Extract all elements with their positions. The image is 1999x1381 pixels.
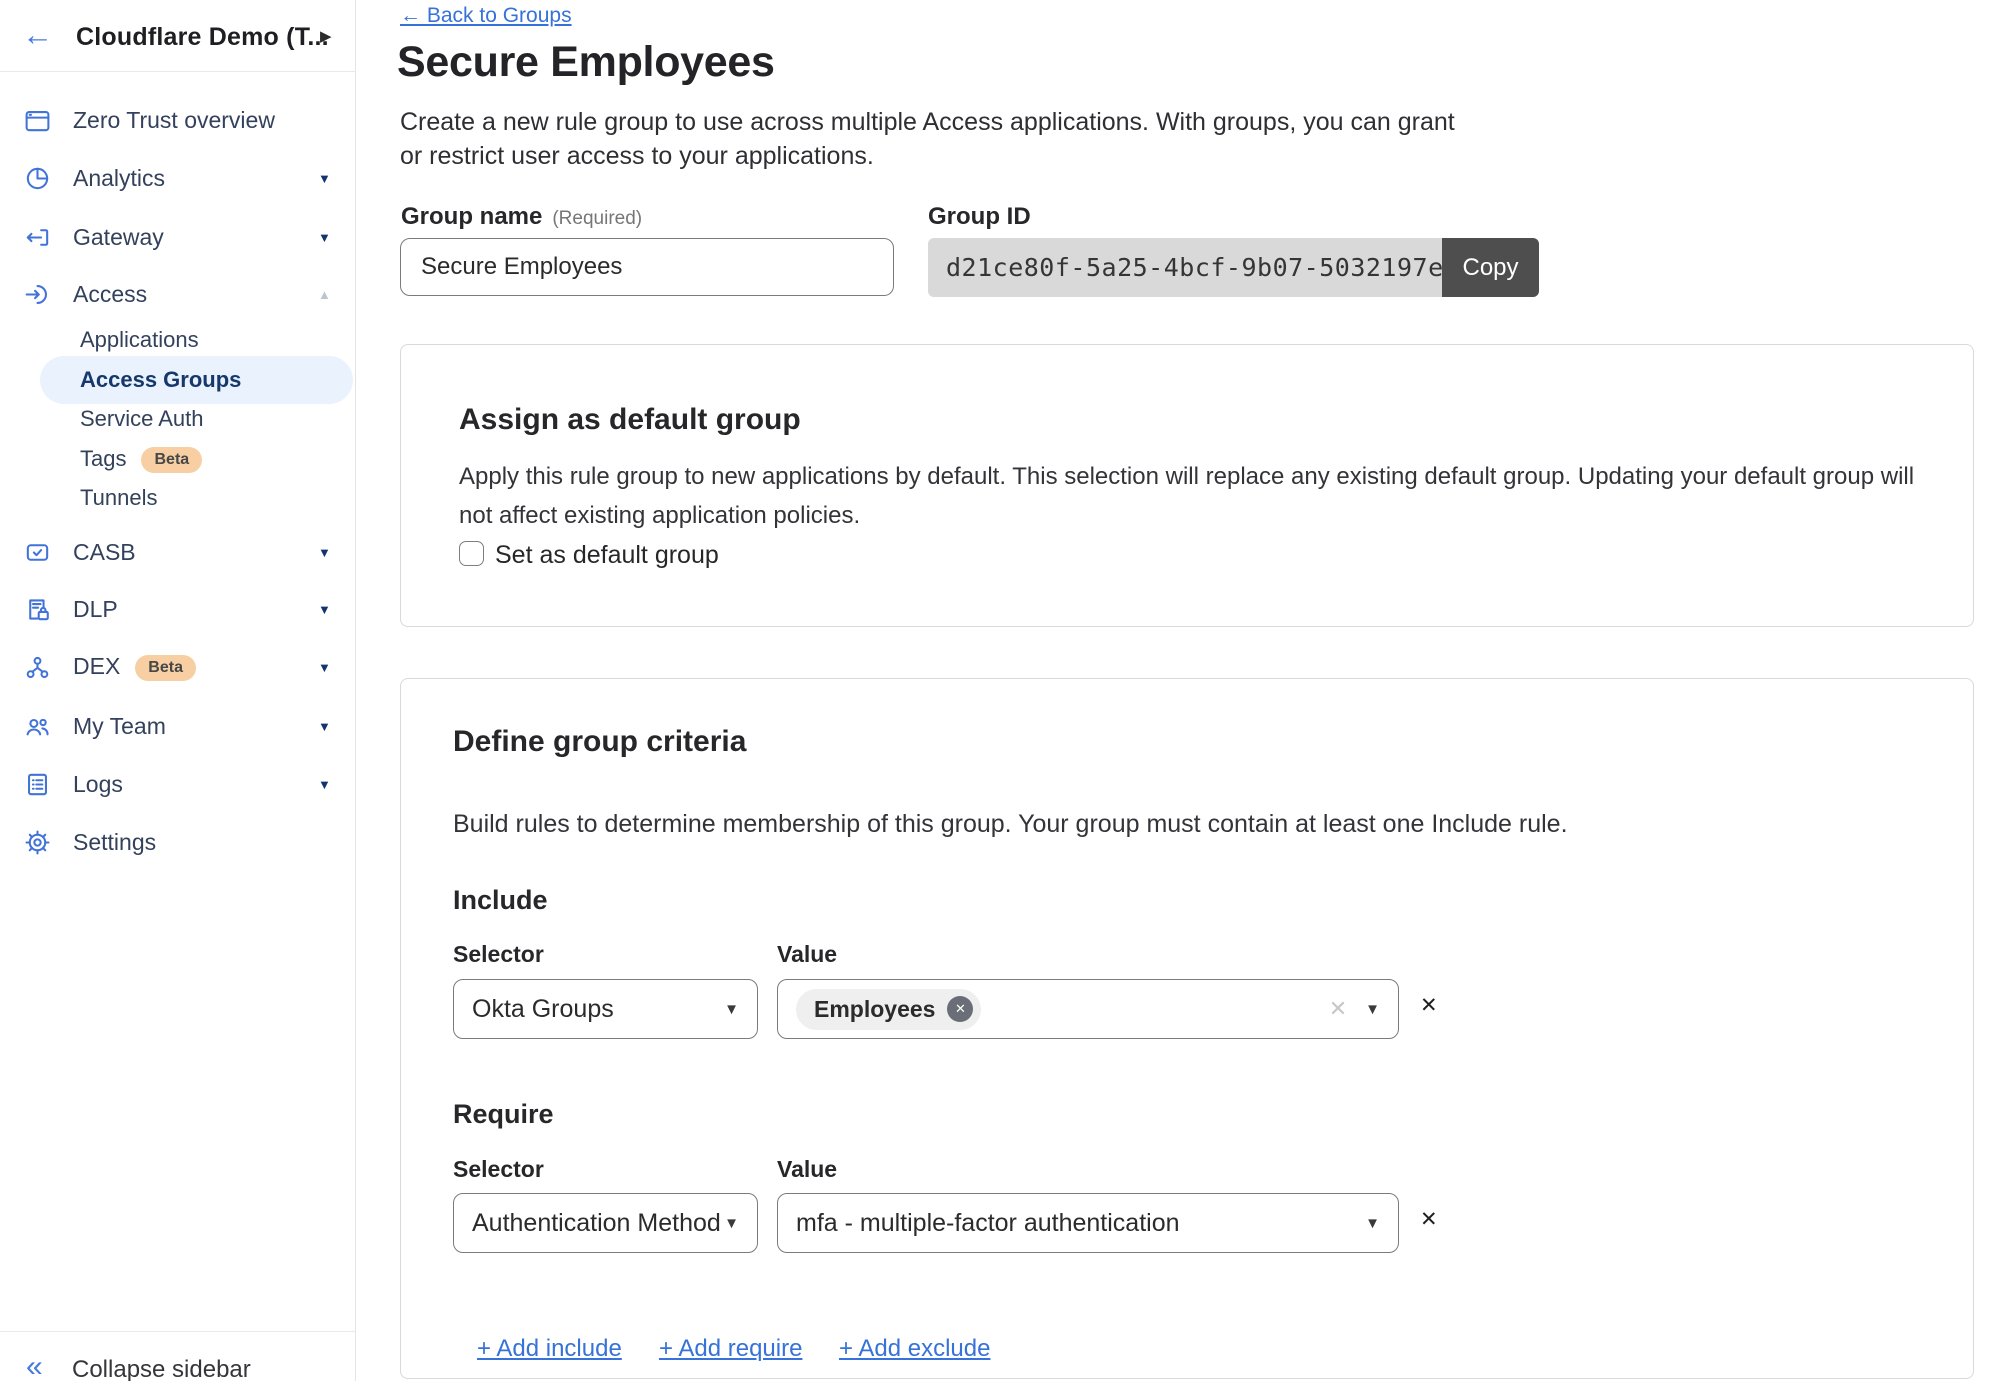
add-exclude-link[interactable]: + Add exclude bbox=[839, 1335, 990, 1363]
sidebar-item-dlp[interactable]: DLP ▼ bbox=[0, 587, 356, 631]
clear-values-icon[interactable]: ✕ bbox=[1329, 996, 1347, 1022]
back-arrow-icon[interactable]: ← bbox=[22, 17, 53, 53]
group-name-input[interactable] bbox=[400, 238, 894, 296]
sidebar-item-logs[interactable]: Logs ▼ bbox=[0, 762, 356, 806]
sidebar-item-my-team[interactable]: My Team ▼ bbox=[0, 704, 356, 748]
remove-include-rule-icon[interactable]: ✕ bbox=[1420, 993, 1438, 1018]
chevron-down-icon[interactable]: ▼ bbox=[318, 230, 331, 245]
analytics-pie-icon bbox=[22, 163, 52, 193]
logs-list-icon bbox=[22, 769, 52, 799]
sidebar-item-settings[interactable]: Settings bbox=[0, 820, 356, 864]
define-group-criteria-card: Define group criteria Build rules to det… bbox=[400, 678, 1974, 1379]
chevron-down-icon[interactable]: ▼ bbox=[318, 545, 331, 560]
value-tag-employees: Employees ✕ bbox=[796, 989, 981, 1030]
double-chevron-left-icon: « bbox=[26, 1350, 43, 1381]
require-selector-dropdown[interactable]: Authentication Method ▼ bbox=[453, 1193, 758, 1253]
zero-trust-dashboard: ← Cloudflare Demo (T... ▶ Zero Trust ove… bbox=[0, 0, 1999, 1381]
required-hint: (Required) bbox=[552, 208, 642, 229]
back-to-groups-link[interactable]: ← Back to Groups bbox=[400, 4, 572, 28]
group-id-value: d21ce80f-5a25-4bcf-9b07-5032197e3be8 bbox=[928, 238, 1442, 297]
chevron-down-icon: ▼ bbox=[1365, 1001, 1380, 1018]
chevron-down-icon: ▼ bbox=[1365, 1215, 1380, 1232]
chevron-down-icon[interactable]: ▼ bbox=[318, 719, 331, 734]
page-title: Secure Employees bbox=[397, 38, 775, 87]
sidebar: ← Cloudflare Demo (T... ▶ Zero Trust ove… bbox=[0, 0, 356, 1381]
chevron-down-icon: ▼ bbox=[724, 1001, 739, 1018]
chevron-down-icon[interactable]: ▼ bbox=[318, 777, 331, 792]
remove-tag-icon[interactable]: ✕ bbox=[947, 996, 973, 1022]
chevron-down-icon[interactable]: ▼ bbox=[318, 602, 331, 617]
chevron-down-icon[interactable]: ▼ bbox=[318, 660, 331, 675]
card-title: Assign as default group bbox=[459, 403, 801, 437]
overview-window-icon bbox=[22, 105, 52, 135]
set-default-group-checkbox[interactable] bbox=[459, 541, 484, 566]
card-title: Define group criteria bbox=[453, 725, 746, 759]
group-id-label: Group ID bbox=[928, 203, 1031, 231]
sidebar-header: ← Cloudflare Demo (T... ▶ bbox=[0, 0, 356, 72]
sidebar-item-access[interactable]: Access ▲ bbox=[0, 272, 356, 316]
set-default-group-label: Set as default group bbox=[495, 541, 719, 570]
remove-require-rule-icon[interactable]: ✕ bbox=[1420, 1207, 1438, 1232]
sidebar-item-service-auth[interactable]: Service Auth bbox=[0, 401, 356, 437]
sidebar-item-gateway[interactable]: Gateway ▼ bbox=[0, 215, 356, 259]
card-description: Apply this rule group to new application… bbox=[459, 457, 1921, 535]
add-include-link[interactable]: + Add include bbox=[477, 1335, 622, 1363]
beta-badge: Beta bbox=[141, 447, 202, 473]
include-value-multiselect[interactable]: Employees ✕ ✕ ▼ bbox=[777, 979, 1399, 1039]
settings-gear-icon bbox=[22, 827, 52, 857]
access-login-icon bbox=[22, 279, 52, 309]
gateway-icon bbox=[22, 222, 52, 252]
require-value-dropdown[interactable]: mfa - multiple-factor authentication ▼ bbox=[777, 1193, 1399, 1253]
value-label: Value bbox=[777, 941, 837, 968]
add-require-link[interactable]: + Add require bbox=[659, 1335, 802, 1363]
sidebar-item-analytics[interactable]: Analytics ▼ bbox=[0, 156, 356, 200]
account-name[interactable]: Cloudflare Demo (T... bbox=[76, 23, 329, 52]
page-description-line1: Create a new rule group to use across mu… bbox=[400, 108, 1455, 137]
dlp-document-lock-icon bbox=[22, 594, 52, 624]
chevron-down-icon: ▼ bbox=[724, 1215, 739, 1232]
include-heading: Include bbox=[453, 885, 548, 916]
value-label: Value bbox=[777, 1156, 837, 1183]
casb-check-icon bbox=[22, 537, 52, 567]
dex-network-icon bbox=[22, 652, 52, 682]
selector-label: Selector bbox=[453, 941, 544, 968]
collapse-sidebar-button[interactable]: « Collapse sidebar bbox=[0, 1344, 356, 1381]
team-people-icon bbox=[22, 711, 52, 741]
page-description-line2: or restrict user access to your applicat… bbox=[400, 142, 874, 171]
chevron-right-icon[interactable]: ▶ bbox=[320, 27, 332, 45]
selector-label: Selector bbox=[453, 1156, 544, 1183]
sidebar-item-dex[interactable]: DEXBeta ▼ bbox=[0, 645, 356, 689]
assign-default-group-card: Assign as default group Apply this rule … bbox=[400, 344, 1974, 627]
beta-badge: Beta bbox=[135, 655, 196, 681]
chevron-up-icon[interactable]: ▲ bbox=[318, 287, 331, 302]
sidebar-item-tunnels[interactable]: Tunnels bbox=[0, 480, 356, 516]
copy-button[interactable]: Copy bbox=[1442, 238, 1539, 297]
sidebar-item-casb[interactable]: CASB ▼ bbox=[0, 530, 356, 574]
group-name-label: Group name(Required) bbox=[401, 203, 642, 231]
chevron-down-icon[interactable]: ▼ bbox=[318, 171, 331, 186]
sidebar-item-zero-trust-overview[interactable]: Zero Trust overview bbox=[0, 98, 356, 142]
sidebar-item-tags[interactable]: TagsBeta bbox=[0, 439, 356, 479]
sidebar-item-access-groups[interactable]: Access Groups bbox=[40, 356, 353, 404]
sidebar-bottom-divider bbox=[0, 1331, 356, 1332]
require-heading: Require bbox=[453, 1099, 554, 1130]
include-selector-dropdown[interactable]: Okta Groups ▼ bbox=[453, 979, 758, 1039]
card-description: Build rules to determine membership of t… bbox=[453, 805, 1915, 844]
sidebar-item-applications[interactable]: Applications bbox=[0, 322, 356, 358]
